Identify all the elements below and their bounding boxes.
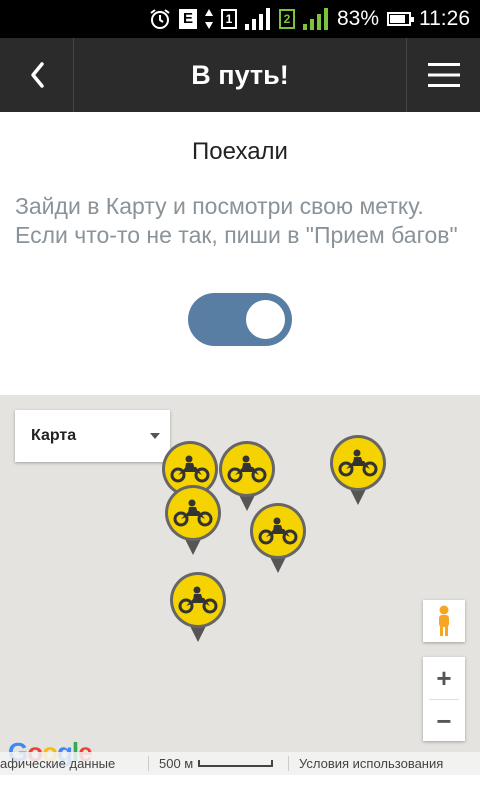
page-title: В путь!: [191, 60, 289, 90]
map-attribution-bar: афические данные 500 м Условия использов…: [0, 752, 480, 775]
bottom-spacer: [0, 775, 480, 800]
zoom-in-button[interactable]: +: [423, 657, 465, 699]
scale-bar: [198, 760, 274, 767]
menu-button[interactable]: [406, 38, 480, 112]
zoom-controls: + −: [423, 657, 465, 741]
instruction-text: Зайди в Карту и посмотри свою метку. Есл…: [15, 193, 458, 248]
caret-down-icon: [150, 433, 160, 439]
back-button[interactable]: [0, 38, 74, 112]
signal-strength-sim1-icon: [244, 8, 271, 30]
hamburger-menu-icon: [427, 63, 460, 87]
section-heading: Поехали: [192, 138, 288, 165]
signal-strength-sim2-icon: [302, 8, 329, 30]
map-type-select[interactable]: Карта: [15, 410, 170, 462]
marker-pin-icon: [165, 485, 221, 555]
chevron-left-icon: [30, 62, 44, 88]
street-view-pegman[interactable]: [423, 600, 465, 642]
motorcycle-marker[interactable]: [168, 570, 228, 650]
tracking-toggle[interactable]: [188, 293, 292, 346]
map-scale: 500 м: [148, 756, 288, 771]
motorcycle-marker[interactable]: [328, 433, 388, 513]
terms-link[interactable]: Условия использования: [288, 756, 480, 771]
toggle-knob[interactable]: [246, 300, 285, 339]
network-type-badge: E: [178, 9, 197, 29]
sim1-icon: 1: [220, 9, 237, 29]
battery-icon: [387, 12, 414, 26]
app-bar: В путь!: [0, 38, 480, 112]
data-transfer-icon: [204, 9, 213, 29]
pegman-icon: [439, 605, 449, 636]
map-type-selected: Карта: [31, 427, 77, 444]
marker-pin-icon: [170, 572, 226, 642]
alarm-icon: [149, 8, 171, 30]
scale-label: 500 м: [159, 756, 194, 771]
motorcycle-marker[interactable]: [248, 501, 308, 581]
marker-pin-icon: [250, 503, 306, 573]
motorcycle-marker[interactable]: [163, 483, 223, 563]
map-data-attribution[interactable]: афические данные: [0, 756, 148, 771]
map-view[interactable]: Карта + − афические данные 500 м Условия…: [0, 395, 480, 775]
marker-pin-icon: [330, 435, 386, 505]
battery-percent: 83%: [336, 7, 379, 30]
status-bar: E 1 2 83% 11:26: [0, 0, 480, 38]
zoom-out-button[interactable]: −: [423, 700, 465, 742]
clock: 11:26: [419, 7, 470, 30]
sim2-icon: 2: [278, 9, 295, 29]
